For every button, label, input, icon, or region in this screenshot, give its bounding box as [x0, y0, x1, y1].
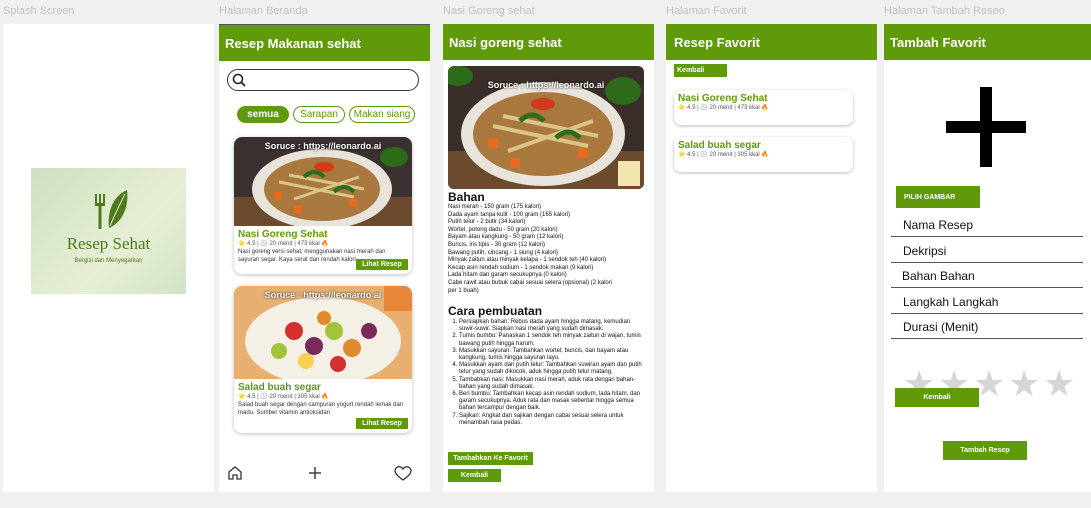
page-title: Tambah Favorit: [890, 34, 986, 50]
ingredient-item: Lada hitam dan garam secukupnya (0 kalor…: [448, 272, 567, 279]
step-item: Sajikan: Angkat dan sajikan dengan cabai…: [459, 413, 646, 427]
recipe-image: Soruce : https://leonardo.ai: [234, 286, 412, 385]
favorite-meta: ⭐ 4.5 | 🕓 20 menit | 305 kkal 🔥: [678, 152, 769, 158]
steps-list: Persiapkan bahan: Rebus dada ayam hingga…: [451, 319, 646, 427]
pick-image-button[interactable]: PILIH GAMBAR: [896, 186, 980, 208]
ingredients-heading: Bahan: [448, 190, 485, 204]
chip-semua[interactable]: semua: [237, 106, 289, 123]
app-bar: Resep Makanan sehat: [219, 25, 430, 61]
favorite-title: Salad buah segar: [678, 140, 761, 151]
add-icon[interactable]: [308, 466, 322, 480]
ingredient-item: Buncis, iris tipis - 30 gram (12 kalori): [448, 241, 546, 248]
step-item: Beri bumbu: Tambahkan kecap asin rendah …: [459, 391, 646, 413]
ingredient-item: Nasi merah - 150 gram (175 kalori): [448, 204, 542, 210]
steps-field[interactable]: Langkah Langkah: [891, 290, 1083, 314]
recipe-image: Soruce : https://leonardo.ai: [448, 66, 644, 189]
view-recipe-button[interactable]: Lihat Resep: [356, 259, 408, 270]
description-field[interactable]: Dekripsi: [891, 239, 1083, 263]
duration-field[interactable]: Durasi (Menit): [891, 315, 1083, 339]
ingredient-item: Kecap asin rendah sodium - 1 sendok maka…: [448, 264, 594, 271]
page-title: Resep Makanan sehat: [225, 35, 361, 51]
steps-heading: Cara pembuatan: [448, 304, 543, 318]
frame-title-splash: Splash Screen: [3, 5, 75, 17]
recipe-card[interactable]: Soruce : https://leonardo.ai Nasi Goreng…: [234, 137, 412, 274]
recipe-title: Salad buah segar: [238, 382, 321, 393]
app-tagline: Bergizi dan Menyegarkan: [74, 258, 143, 264]
recipe-description: Salad buah segar dengan campuran yogurt …: [238, 402, 404, 416]
add-recipe-button[interactable]: Tambah Resep: [943, 441, 1027, 460]
ingredient-item: Cabe rawit atau bubuk cabai sesuai seler…: [448, 279, 613, 294]
add-to-favorites-button[interactable]: Tambahkan Ke Favorit: [448, 452, 533, 465]
ingredient-item: Wortel, potong dadu - 50 gram (20 kalori…: [448, 226, 558, 233]
step-item: Persiapkan bahan: Rebus dada ayam hingga…: [459, 319, 646, 333]
frame-title-favorit: Halaman Favorit: [666, 5, 747, 17]
recipe-detail-screen: Nasi goreng sehat Soruce : https://leona…: [443, 24, 654, 492]
home-icon[interactable]: [227, 465, 243, 481]
recipe-title: Nasi Goreng Sehat: [238, 229, 328, 240]
recipe-meta: ⭐ 4.5 | 🕓 20 menit | 305 kkal 🔥: [238, 394, 329, 400]
frame-title-detail: Nasi Goreng sehat: [443, 5, 535, 17]
recipe-meta: ⭐ 4.5 | 🕓 20 menit | 473 kkal 🔥: [238, 241, 329, 247]
search-input[interactable]: [227, 69, 419, 91]
back-button[interactable]: Kembali: [674, 64, 727, 77]
recipe-name-field[interactable]: Nama Resep: [891, 213, 1083, 237]
chip-sarapan[interactable]: Sarapan: [293, 106, 345, 123]
star-icon[interactable]: ★: [1043, 366, 1075, 402]
favorite-item[interactable]: Salad buah segar ⭐ 4.5 | 🕓 20 menit | 30…: [674, 137, 853, 172]
ingredients-field[interactable]: Bahan Bahan: [891, 264, 1083, 288]
page-title: Nasi goreng sehat: [449, 34, 562, 50]
step-item: Tambahkan nasi: Masukkan nasi merah, adu…: [459, 377, 646, 391]
favorite-meta: ⭐ 4.5 | 🕓 20 menit | 473 kkal 🔥: [678, 105, 769, 111]
home-screen: Resep Makanan sehat semua Sarapan Makan …: [219, 24, 430, 492]
back-button[interactable]: Kembali: [895, 388, 979, 407]
ingredient-item: Bawang putih, cincang - 1 siung (4 kalor…: [448, 249, 559, 256]
image-watermark: Soruce : https://leonardo.ai: [264, 141, 382, 151]
add-image-icon[interactable]: [946, 87, 1026, 167]
app-name: Resep Sehat: [66, 234, 151, 253]
ingredient-item: Minyak zaitun atau minyak kelapa - 1 sen…: [448, 257, 607, 264]
favorite-item[interactable]: Nasi Goreng Sehat ⭐ 4.5 | 🕓 20 menit | 4…: [674, 90, 853, 125]
splash-screen: Resep Sehat Bergizi dan Menyegarkan: [3, 24, 214, 492]
chip-makan-siang[interactable]: Makan siang: [349, 106, 415, 123]
step-item: Tumis bumbu: Panaskan 1 sendok teh minya…: [459, 333, 646, 347]
star-icon[interactable]: ★: [1008, 366, 1040, 402]
app-bar: Tambah Favorit: [884, 24, 1091, 60]
frame-title-tambah: Halaman Tambah Reseo: [884, 5, 1005, 17]
page-title: Resep Favorit: [674, 34, 760, 50]
frame-title-beranda: Halaman Beranda: [219, 5, 308, 17]
heart-icon[interactable]: [394, 465, 412, 481]
bottom-navigation: [219, 461, 430, 485]
favorite-title: Nasi Goreng Sehat: [678, 93, 768, 104]
image-watermark: Soruce : https://leonardo.ai: [487, 80, 605, 90]
step-item: Masukkan ayam dan putih telur: Tambahkan…: [459, 362, 646, 376]
add-recipe-screen: Tambah Favorit PILIH GAMBAR Nama Resep D…: [884, 24, 1091, 492]
recipe-card[interactable]: Soruce : https://leonardo.ai Salad buah …: [234, 286, 412, 433]
recipe-image: Soruce : https://leonardo.ai: [234, 137, 412, 229]
app-bar: Nasi goreng sehat: [443, 24, 654, 60]
ingredient-item: Dada ayam tanpa kulit - 100 gram (165 ka…: [448, 211, 571, 218]
fork-leaf-icon: [94, 190, 127, 229]
ingredient-item: Putih telur - 2 butir (34 kalori): [448, 219, 526, 226]
step-item: Masukkan sayuran: Tambahkan wortel, bunc…: [459, 348, 646, 362]
view-recipe-button[interactable]: Lihat Resep: [356, 418, 408, 429]
ingredient-item: Bayam atau kangkung - 50 gram (12 kalori…: [448, 234, 564, 241]
back-button[interactable]: Kembali: [448, 469, 501, 482]
app-logo: Resep Sehat Bergizi dan Menyegarkan: [31, 168, 186, 294]
favorites-screen: Resep Favorit Kembali Nasi Goreng Sehat …: [666, 24, 877, 492]
image-watermark: Soruce : https://leonardo.ai: [264, 290, 382, 300]
app-bar: Resep Favorit: [666, 24, 877, 60]
search-icon: [232, 73, 246, 87]
ingredients-list: Nasi merah - 150 gram (175 kalori) Dada …: [448, 204, 646, 295]
